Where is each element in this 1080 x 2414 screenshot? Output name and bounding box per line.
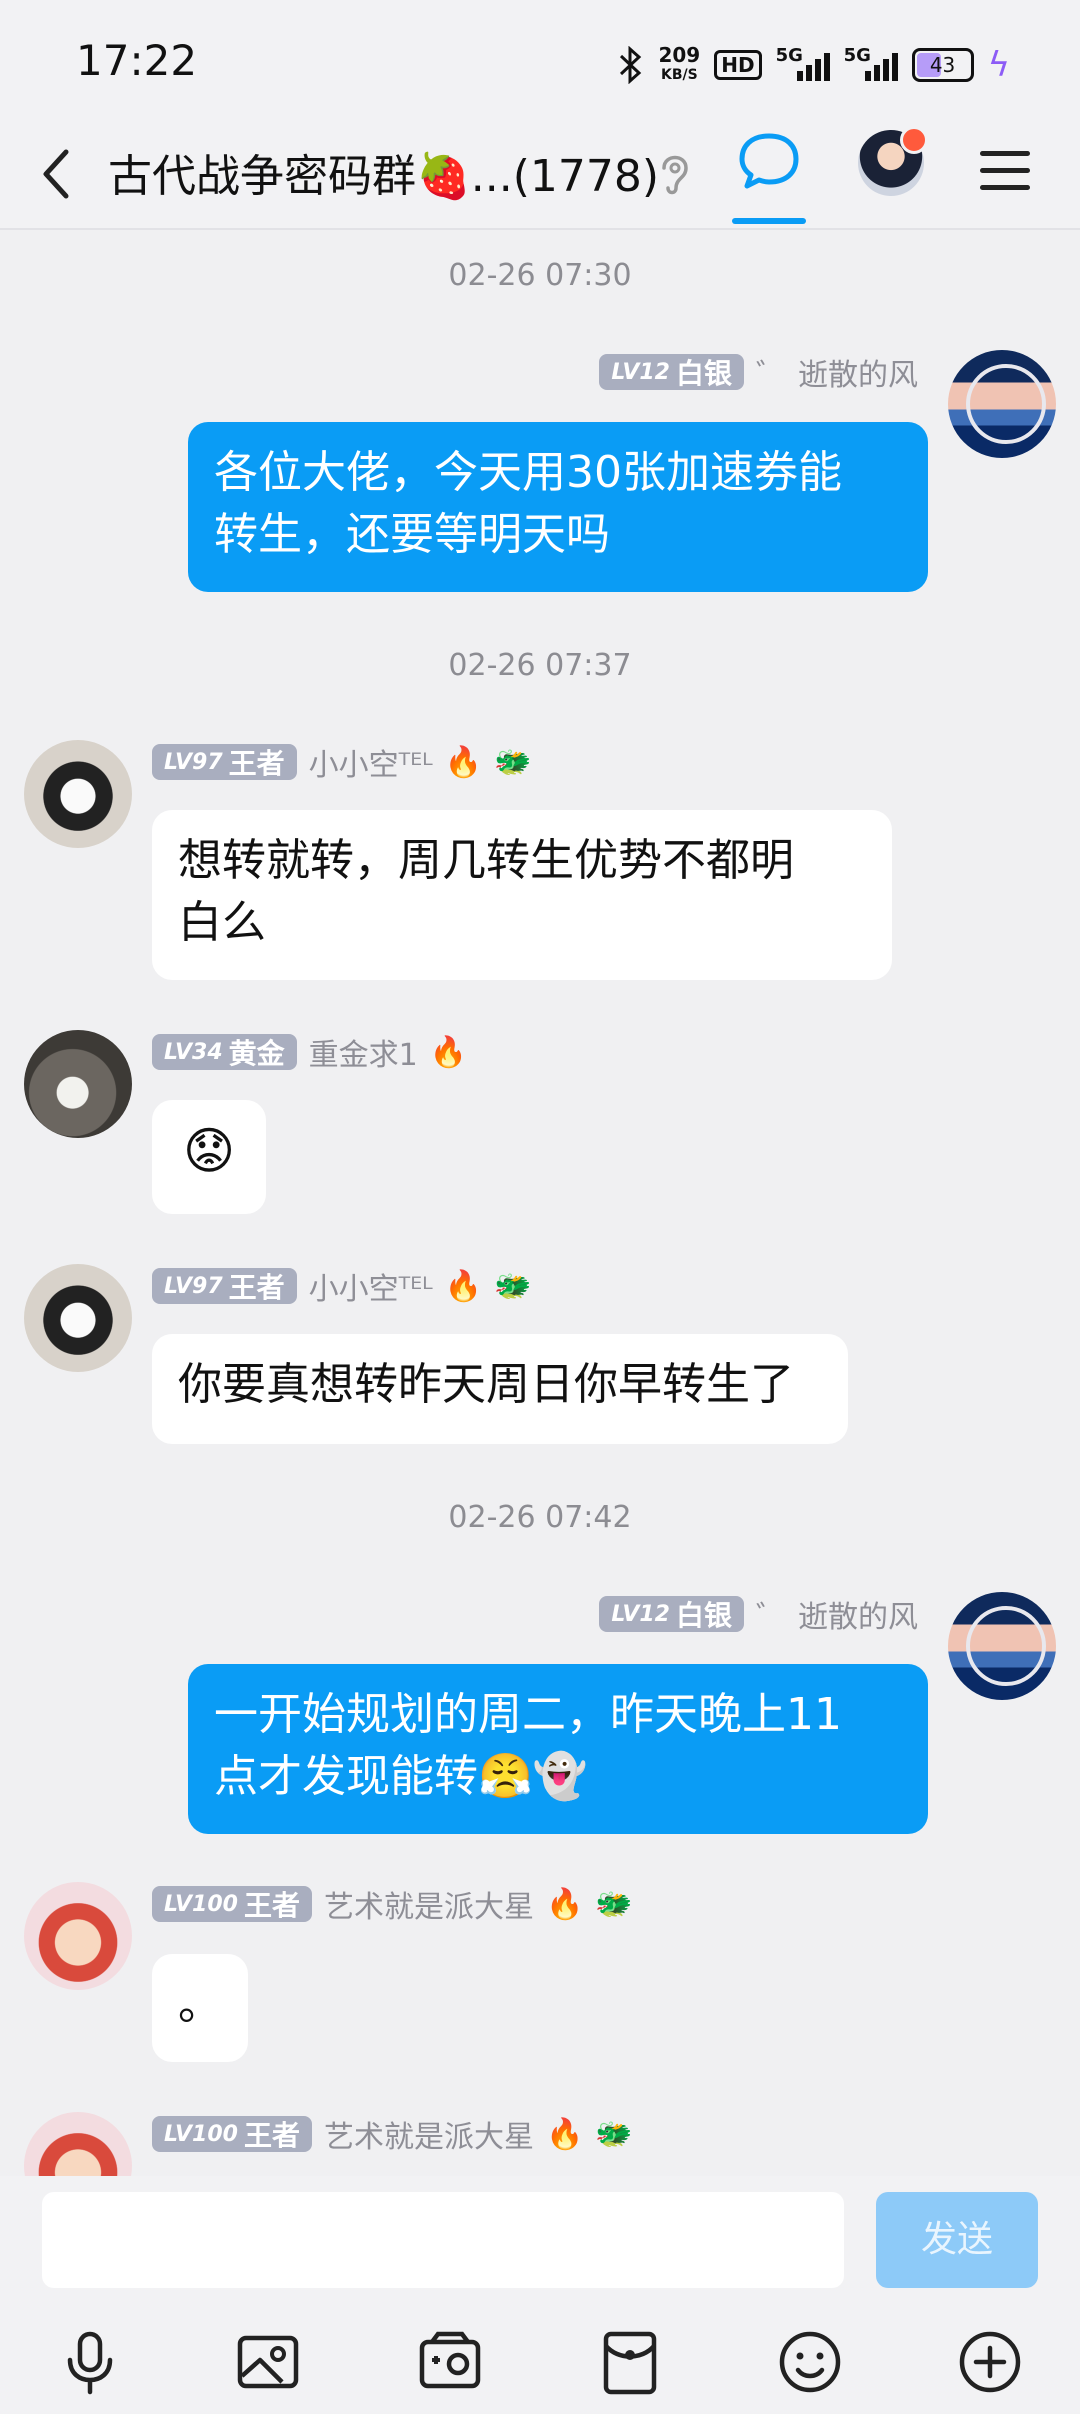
- group-avatar[interactable]: [858, 126, 928, 196]
- sender-name[interactable]: 艺术就是派大星: [324, 2112, 534, 2156]
- level-badge: LV12 白银: [599, 354, 744, 390]
- message-bubble[interactable]: 各位大佬，今天用30张加速券能 转生，还要等明天吗: [188, 422, 928, 592]
- image-icon[interactable]: [232, 2326, 304, 2398]
- dragon-icon: 🐲: [494, 1268, 532, 1304]
- message-list[interactable]: 02-26 07:30 LV12 白银 ゛ 逝散的风 各位大佬，今天用30张加速券…: [0, 230, 1080, 2176]
- avatar[interactable]: [24, 2112, 132, 2176]
- notification-dot: [900, 126, 928, 154]
- message-input[interactable]: [42, 2192, 844, 2288]
- group-title[interactable]: 古代战争密码群🍓...(1778): [108, 140, 659, 204]
- avatar[interactable]: [24, 1882, 132, 1990]
- back-icon[interactable]: [30, 134, 90, 214]
- level-badge: LV100 王者: [152, 2116, 312, 2152]
- sender-meta: LV100 王者 艺术就是派大星 🔥 🐲: [152, 1882, 633, 1926]
- avatar[interactable]: [948, 1592, 1056, 1700]
- sender-name[interactable]: 小小空ᵀᴱᴸ: [309, 740, 433, 784]
- net-speed: 209 KB/S: [658, 43, 701, 83]
- fire-icon: 🔥: [429, 1034, 468, 1070]
- sender-name[interactable]: 重金求1: [309, 1030, 418, 1074]
- level-badge: LV97 王者: [152, 744, 297, 780]
- bluetooth-icon: [620, 46, 642, 84]
- sender-meta: LV12 白银 ゛ 逝散的风: [599, 350, 918, 394]
- avatar[interactable]: [24, 740, 132, 848]
- input-bar: 发送: [0, 2176, 1080, 2414]
- level-badge: LV12 白银: [599, 1596, 744, 1632]
- signal-5g-icon-2: 5G: [844, 45, 898, 85]
- level-badge: LV34 黄金: [152, 1034, 297, 1070]
- status-icons: 209 KB/S HD 5G 5G 43 ϟ: [618, 40, 1010, 90]
- send-button[interactable]: 发送: [876, 2192, 1038, 2288]
- fire-icon: 🔥: [545, 2116, 584, 2152]
- sender-meta: LV12 白银 ゛ 逝散的风: [599, 1592, 918, 1636]
- chat-header: 古代战争密码群🍓...(1778): [0, 120, 1080, 230]
- battery-icon: 43: [911, 48, 974, 82]
- tab-underline: [732, 218, 806, 224]
- sender-name[interactable]: 逝散的风: [798, 350, 918, 394]
- message-bubble[interactable]: 😟: [152, 1100, 266, 1214]
- red-packet-icon[interactable]: [594, 2326, 666, 2398]
- sender-name[interactable]: 逝散的风: [798, 1592, 918, 1636]
- fire-icon: 🔥: [444, 744, 483, 780]
- emoji-icon[interactable]: [774, 2326, 846, 2398]
- level-badge: LV97 王者: [152, 1268, 297, 1304]
- microphone-icon[interactable]: [54, 2326, 126, 2398]
- dragon-icon: 🐲: [595, 1886, 633, 1922]
- message-bubble[interactable]: 。: [152, 1954, 248, 2062]
- dragon-icon: 🐲: [595, 2116, 633, 2152]
- sender-meta: LV100 王者 艺术就是派大星 🔥 🐲: [152, 2112, 633, 2156]
- hd-icon: HD: [714, 50, 762, 80]
- avatar[interactable]: [24, 1264, 132, 1372]
- menu-icon[interactable]: [980, 144, 1030, 196]
- ear-icon[interactable]: [656, 146, 692, 202]
- dragon-icon: 🐲: [494, 744, 532, 780]
- message-bubble[interactable]: 你要真想转昨天周日你早转生了: [152, 1334, 848, 1444]
- avatar[interactable]: [24, 1030, 132, 1138]
- timestamp: 02-26 07:30: [448, 258, 632, 293]
- avatar[interactable]: [948, 350, 1056, 458]
- sender-meta: LV34 黄金 重金求1 🔥: [152, 1030, 468, 1074]
- chat-tab[interactable]: [730, 124, 808, 224]
- plus-icon[interactable]: [954, 2326, 1026, 2398]
- input-toolbar: [0, 2326, 1080, 2406]
- sender-meta: LV97 王者 小小空ᵀᴱᴸ 🔥 🐲: [152, 1264, 532, 1308]
- chat-bubble-icon: [739, 133, 799, 189]
- level-badge: LV100 王者: [152, 1886, 312, 1922]
- signal-5g-icon: 5G: [776, 45, 830, 85]
- status-bar: 17:22 209 KB/S HD 5G 5G 43 ϟ: [0, 0, 1080, 120]
- timestamp: 02-26 07:37: [448, 648, 632, 683]
- fire-icon: 🔥: [444, 1268, 483, 1304]
- sender-name[interactable]: 艺术就是派大星: [324, 1882, 534, 1926]
- charging-icon: ϟ: [987, 45, 1010, 85]
- clock: 17:22: [76, 36, 198, 85]
- sender-meta: LV97 王者 小小空ᵀᴱᴸ 🔥 🐲: [152, 740, 532, 784]
- message-bubble[interactable]: 想转就转，周几转生优势不都明 白么: [152, 810, 892, 980]
- sender-name[interactable]: 小小空ᵀᴱᴸ: [309, 1264, 433, 1308]
- camera-icon[interactable]: [414, 2326, 486, 2398]
- fire-icon: 🔥: [545, 1886, 584, 1922]
- timestamp: 02-26 07:42: [448, 1500, 632, 1535]
- message-bubble[interactable]: 一开始规划的周二，昨天晚上11 点才发现能转😤👻: [188, 1664, 928, 1834]
